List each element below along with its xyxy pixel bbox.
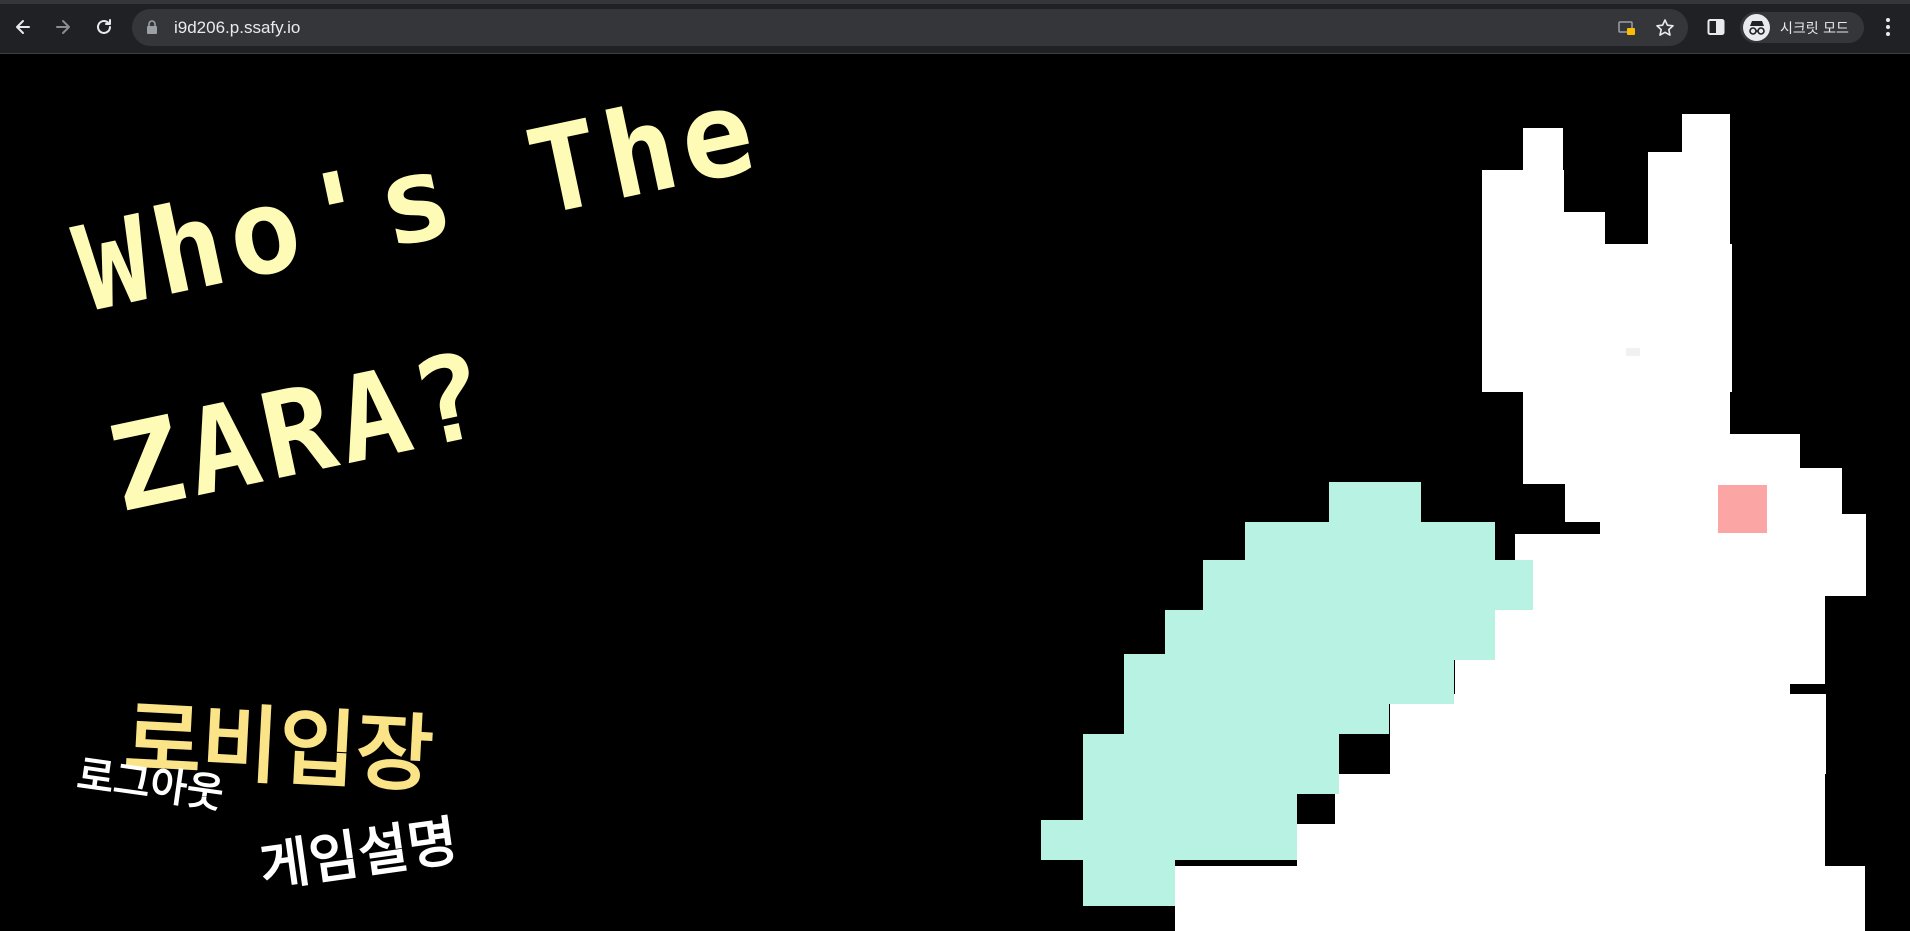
forward-button[interactable] — [47, 11, 79, 43]
incognito-icon — [1743, 14, 1770, 41]
game-landing-page: Who's The ZARA? 로비입장 로그아웃 게임설명 — [0, 54, 1910, 931]
browser-menu-button[interactable] — [1872, 11, 1904, 43]
incognito-profile-button[interactable]: 시크릿 모드 — [1740, 12, 1864, 43]
incognito-label: 시크릿 모드 — [1780, 21, 1849, 37]
back-button[interactable] — [7, 11, 39, 43]
url-text[interactable]: i9d206.p.ssafy.io — [174, 18, 300, 38]
side-panel-icon — [1707, 19, 1725, 35]
reload-icon — [97, 19, 111, 34]
kebab-menu-icon — [1886, 18, 1890, 36]
rabbit-blush — [1718, 485, 1767, 533]
arrow-right-icon — [56, 20, 70, 34]
reload-button[interactable] — [88, 11, 120, 43]
extension-icon[interactable] — [1616, 17, 1638, 39]
browser-toolbar: i9d206.p.ssafy.io 시크릿 모드 — [0, 0, 1910, 54]
side-panel-button[interactable] — [1700, 11, 1732, 43]
rabbit-eye — [1626, 348, 1640, 356]
arrow-left-icon — [16, 20, 30, 34]
tab-strip-edge — [0, 0, 1910, 4]
star-icon[interactable] — [1654, 17, 1676, 39]
address-bar[interactable]: i9d206.p.ssafy.io — [132, 9, 1688, 46]
lock-icon[interactable] — [146, 19, 158, 39]
